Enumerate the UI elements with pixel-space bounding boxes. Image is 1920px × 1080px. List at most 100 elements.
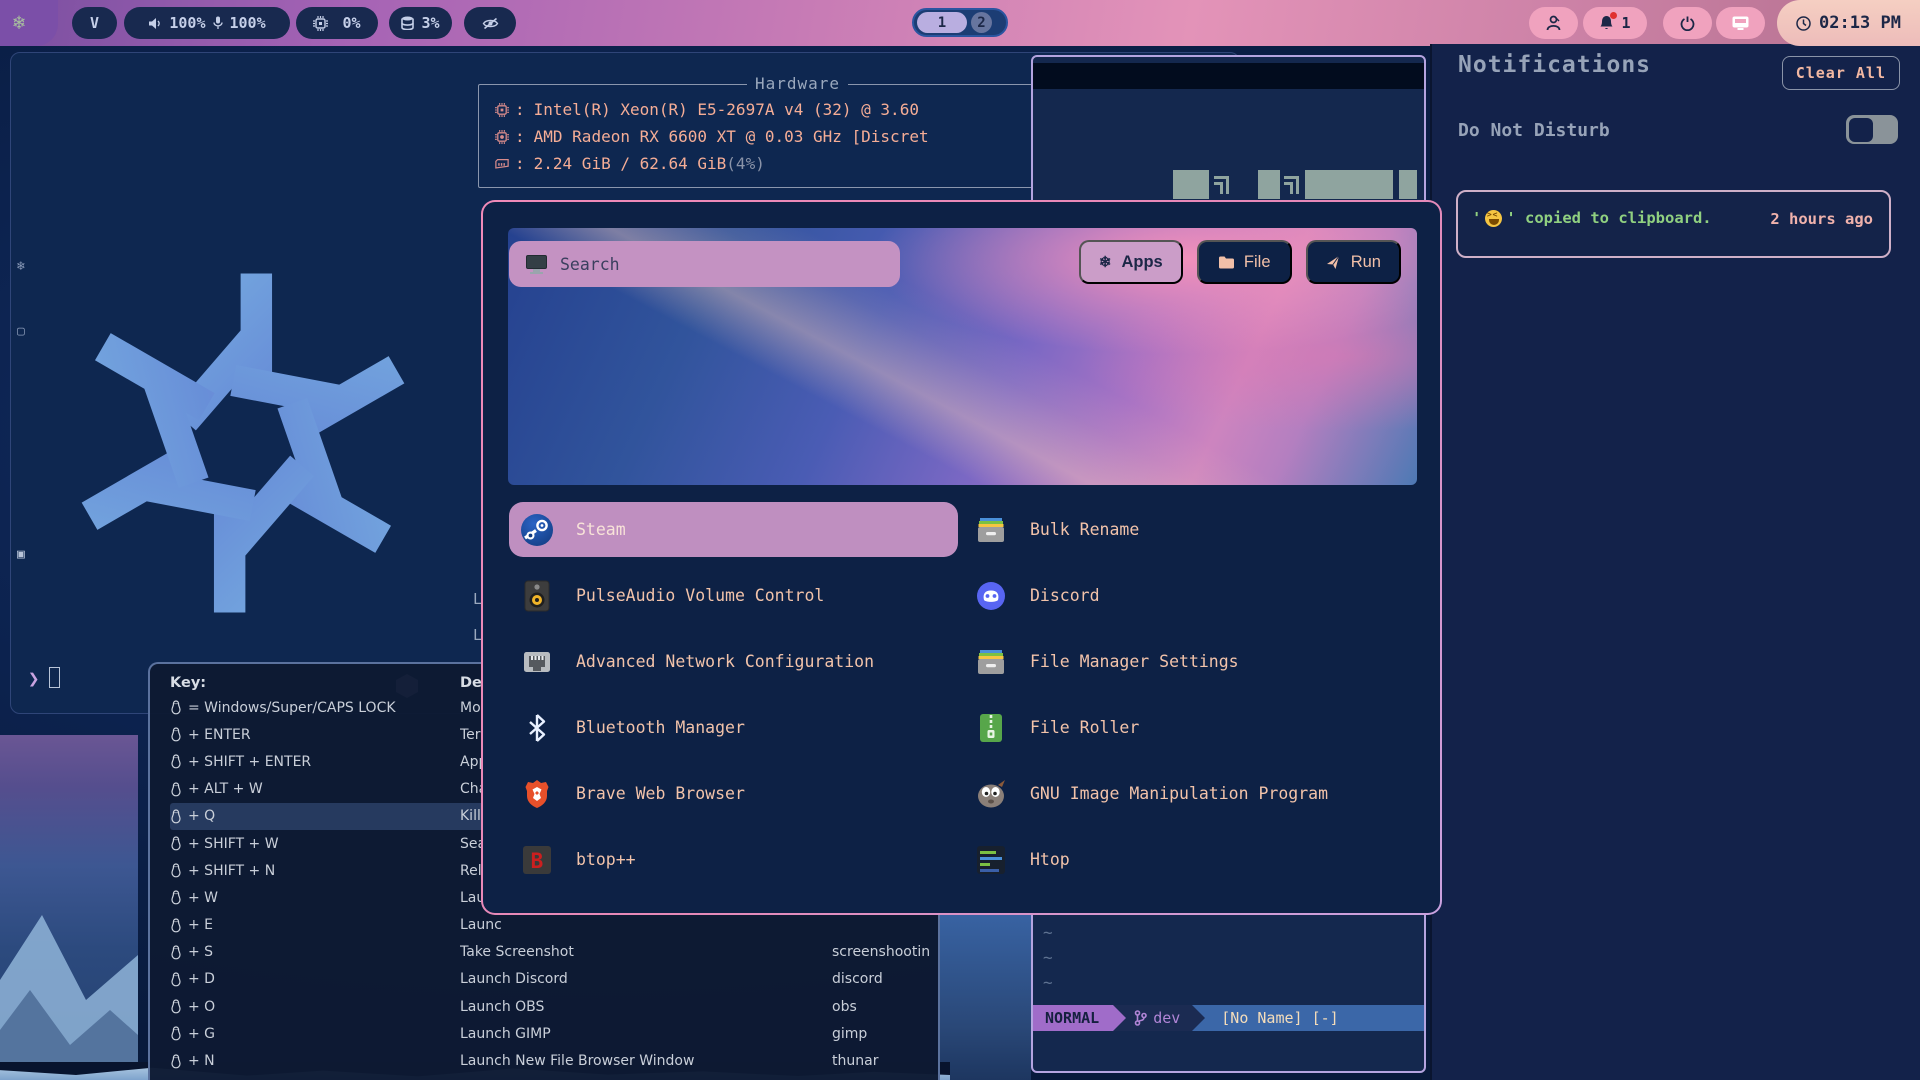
monitor-icon [526,255,547,274]
do-not-disturb-toggle[interactable] [1846,115,1898,144]
htop-icon [975,844,1007,876]
penguin-key-icon [170,1026,182,1041]
app-label: Bluetooth Manager [576,718,745,737]
keybind-description: Launch OBS [460,999,832,1015]
workspace-1-button[interactable]: 1 [917,12,967,33]
penguin-key-icon [170,809,182,824]
ethernet-icon [521,646,553,678]
keybind-key: + G [170,1026,460,1042]
penguin-key-icon [170,972,182,987]
app-label: Advanced Network Configuration [576,652,874,671]
keybind-row: + DLaunch Discorddiscord [170,966,932,993]
clock-icon [1796,16,1811,31]
notification-card[interactable]: '' copied to clipboard. 2 hours ago [1456,190,1891,258]
workspace-2-button[interactable]: 2 [971,12,992,33]
folder-icon [1218,256,1234,269]
app-row-htop[interactable]: Htop [963,832,1412,887]
snowflake-icon: ❄ [13,10,25,34]
snowflake-mini-icon: ❄ [17,259,25,274]
brave-icon [521,778,553,810]
user-widget[interactable] [1529,7,1578,39]
nixos-logo [43,233,443,653]
git-branch-segment: dev [1126,1005,1192,1031]
app-row-gnu-image-manipulation-program[interactable]: GNU Image Manipulation Program [963,766,1412,821]
app-row-bluetooth-manager[interactable]: Bluetooth Manager [509,700,958,755]
screenshot-widget[interactable] [1716,7,1765,39]
keybind-key: + SHIFT + W [170,836,460,852]
keybind-row: + ELaunc [170,912,932,939]
keybind-key-text: + G [188,1026,215,1042]
keybind-key: = Windows/Super/CAPS LOCK [170,700,460,716]
speaker-icon [521,580,553,612]
clock-widget[interactable]: 02:13 PM [1777,0,1920,46]
gpu-chip-icon [495,130,511,144]
do-not-disturb-label: Do Not Disturb [1458,120,1610,141]
keybind-key: + O [170,999,460,1015]
keybind-key-text: + ALT + W [188,781,263,797]
keybind-key: + S [170,944,460,960]
app-row-steam[interactable]: Steam [509,502,958,557]
keybind-command: discord [832,971,932,987]
terminal-mini-icon: ▢ [17,324,25,339]
tab-label: Apps [1121,253,1162,272]
app-row-file-manager-settings[interactable]: File Manager Settings [963,634,1412,689]
keybind-key-text: = Windows/Super/CAPS LOCK [188,700,396,716]
app-row-btop-[interactable]: Bbtop++ [509,832,958,887]
volume-widget[interactable]: 100% 100% [124,7,290,39]
snowflake-icon: ❄ [1099,253,1112,271]
app-row-bulk-rename[interactable]: Bulk Rename [963,502,1412,557]
git-branch-icon [1134,1010,1147,1026]
keybind-key-text: + N [188,1053,215,1069]
tab-apps[interactable]: ❄ Apps [1079,240,1183,284]
keybind-command: thunar [832,1053,932,1069]
keybind-key-text: + ENTER [188,727,251,743]
penguin-key-icon [170,999,182,1014]
discord-icon [975,580,1007,612]
search-bar[interactable] [509,241,900,287]
app-row-discord[interactable]: Discord [963,568,1412,623]
block-mini-icon: ▣ [17,547,25,562]
rocket-icon [1326,255,1341,270]
hardware-line-text: Intel(R) Xeon(R) E5-2697A v4 (32) @ 3.60 [534,100,919,119]
hardware-line-text: 2.24 GiB / 62.64 GiB [534,154,727,173]
vim-statusline: NORMAL dev [No Name] [-] [1033,1005,1424,1031]
keybind-key: + SHIFT + N [170,863,460,879]
vim-tilde: ~ [1043,920,1053,945]
clear-all-button[interactable]: Clear All [1782,56,1900,90]
wallpaper-mountains [0,735,138,1080]
keybind-key-text: + SHIFT + ENTER [188,754,311,770]
keybind-key: + D [170,971,460,987]
app-row-advanced-network-configuration[interactable]: Advanced Network Configuration [509,634,958,689]
tab-label: File [1244,253,1271,272]
notification-message: '' copied to clipboard. [1472,209,1712,227]
power-widget[interactable] [1663,7,1712,39]
keybind-key: + W [170,890,460,906]
wallpaper-gap-strip [940,900,1031,1080]
notification-dot [1610,12,1617,19]
notifications-widget[interactable]: 1 [1583,7,1647,39]
app-row-brave-web-browser[interactable]: Brave Web Browser [509,766,958,821]
keybind-description: Launc [460,917,832,933]
keybind-row: + NLaunch New File Browser Windowthunar [170,1047,932,1074]
vim-mode-segment: NORMAL [1033,1005,1113,1031]
keybind-key: + SHIFT + ENTER [170,754,460,770]
powerline-arrow-icon [1192,1005,1205,1031]
hardware-line-text: AMD Radeon RX 6600 XT @ 0.03 GHz [Discre… [534,127,929,146]
notifications-panel: Notifications Clear All Do Not Disturb '… [1430,44,1920,1080]
search-input[interactable] [560,255,840,274]
keybind-description: Launch GIMP [460,1026,832,1042]
tab-file[interactable]: File [1197,240,1292,284]
nixos-menu-button[interactable]: ❄ [0,0,58,46]
penguin-key-icon [170,863,182,878]
tab-run[interactable]: Run [1306,240,1401,284]
person-icon [1546,15,1561,31]
memory-widget[interactable]: 3% [389,7,452,39]
app-row-file-roller[interactable]: File Roller [963,700,1412,755]
idle-inhibitor-widget[interactable] [464,7,516,39]
launcher-v-button[interactable]: V [72,7,117,39]
cpu-widget[interactable]: 0% [296,7,378,39]
laughing-emoji-icon [1485,210,1502,227]
app-row-pulseaudio-volume-control[interactable]: PulseAudio Volume Control [509,568,958,623]
gimp-icon [975,778,1007,810]
git-branch-name: dev [1153,1009,1180,1027]
